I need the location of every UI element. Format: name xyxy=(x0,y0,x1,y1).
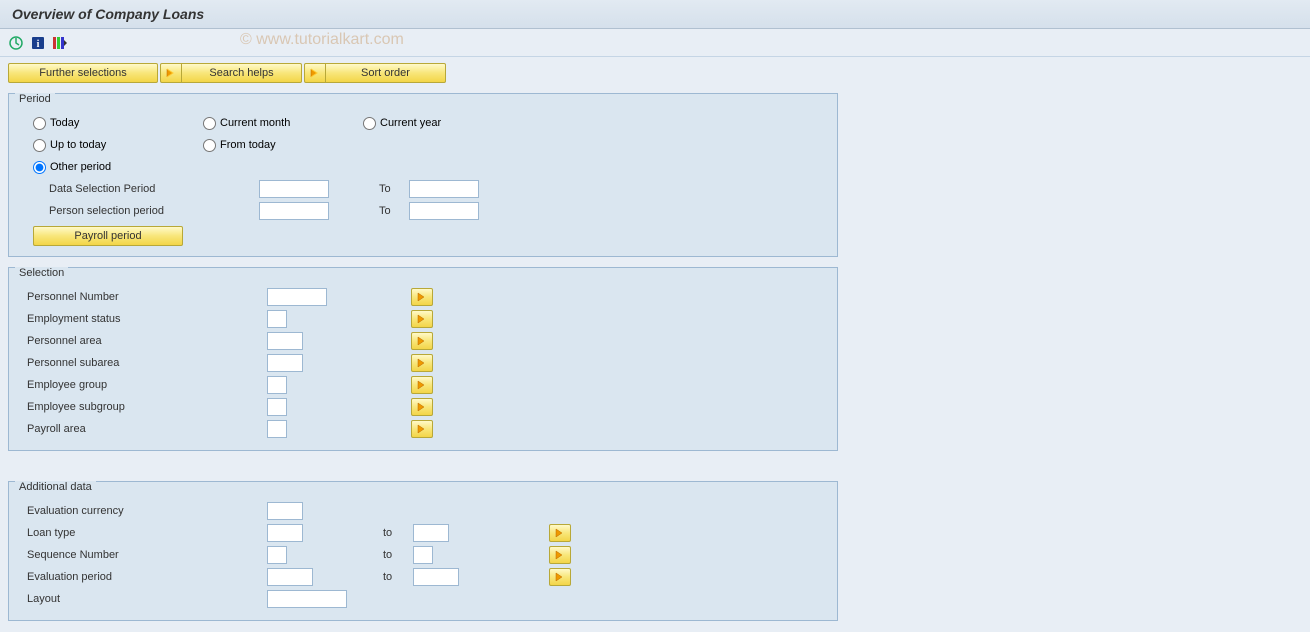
personnel-subarea-label: Personnel subarea xyxy=(27,357,267,369)
employee-subgroup-multi-button[interactable] xyxy=(411,398,433,416)
employee-subgroup-label: Employee subgroup xyxy=(27,401,267,413)
sort-order-button[interactable]: Sort order xyxy=(304,63,446,83)
data-selection-period-from-input[interactable] xyxy=(259,180,329,198)
payroll-area-input[interactable] xyxy=(267,420,287,438)
personnel-subarea-multi-button[interactable] xyxy=(411,354,433,372)
radio-current-month-label: Current month xyxy=(220,117,290,129)
personnel-area-label: Personnel area xyxy=(27,335,267,347)
personnel-subarea-input[interactable] xyxy=(267,354,303,372)
person-selection-period-from-input[interactable] xyxy=(259,202,329,220)
evaluation-period-from-input[interactable] xyxy=(267,568,313,586)
svg-text:i: i xyxy=(37,39,40,50)
layout-label: Layout xyxy=(27,593,267,605)
radio-from-today-label: From today xyxy=(220,139,276,151)
employee-group-multi-button[interactable] xyxy=(411,376,433,394)
radio-other-period[interactable]: Other period xyxy=(33,161,203,174)
period-group: Period Today Current month Current year … xyxy=(8,93,838,257)
payroll-area-multi-button[interactable] xyxy=(411,420,433,438)
selection-buttons-row: Further selections Search helps Sort ord… xyxy=(0,57,1310,89)
data-source-icon[interactable] xyxy=(52,35,68,51)
personnel-number-multi-button[interactable] xyxy=(411,288,433,306)
radio-today-label: Today xyxy=(50,117,79,129)
arrow-right-icon xyxy=(160,63,182,83)
radio-other-period-label: Other period xyxy=(50,161,111,173)
arrow-right-icon xyxy=(304,63,326,83)
period-legend: Period xyxy=(15,93,55,105)
search-helps-button[interactable]: Search helps xyxy=(160,63,302,83)
to-label: To xyxy=(379,183,409,195)
watermark: © www.tutorialkart.com xyxy=(240,31,404,49)
personnel-number-input[interactable] xyxy=(267,288,327,306)
sequence-number-to-input[interactable] xyxy=(413,546,433,564)
further-selections-button[interactable]: Further selections xyxy=(8,63,158,83)
radio-current-month[interactable]: Current month xyxy=(203,117,363,130)
payroll-period-button[interactable]: Payroll period xyxy=(33,226,183,246)
person-selection-period-to-input[interactable] xyxy=(409,202,479,220)
sequence-number-from-input[interactable] xyxy=(267,546,287,564)
evaluation-period-multi-button[interactable] xyxy=(549,568,571,586)
search-helps-label: Search helps xyxy=(182,63,302,83)
to-label: to xyxy=(383,571,413,583)
additional-legend: Additional data xyxy=(15,481,96,493)
employee-group-label: Employee group xyxy=(27,379,267,391)
evaluation-period-label: Evaluation period xyxy=(27,571,267,583)
to-label: To xyxy=(379,205,409,217)
personnel-number-label: Personnel Number xyxy=(27,291,267,303)
sequence-number-multi-button[interactable] xyxy=(549,546,571,564)
info-icon[interactable]: i xyxy=(30,35,46,51)
employee-group-input[interactable] xyxy=(267,376,287,394)
radio-up-to-today[interactable]: Up to today xyxy=(33,139,203,152)
personnel-area-input[interactable] xyxy=(267,332,303,350)
employment-status-multi-button[interactable] xyxy=(411,310,433,328)
employment-status-label: Employment status xyxy=(27,313,267,325)
radio-from-today[interactable]: From today xyxy=(203,139,363,152)
additional-data-group: Additional data Evaluation currency Loan… xyxy=(8,481,838,621)
evaluation-period-to-input[interactable] xyxy=(413,568,459,586)
data-selection-period-label: Data Selection Period xyxy=(49,183,259,195)
sort-order-label: Sort order xyxy=(326,63,446,83)
to-label: to xyxy=(383,549,413,561)
evaluation-currency-label: Evaluation currency xyxy=(27,505,267,517)
loan-type-label: Loan type xyxy=(27,527,267,539)
loan-type-from-input[interactable] xyxy=(267,524,303,542)
selection-legend: Selection xyxy=(15,267,68,279)
payroll-area-label: Payroll area xyxy=(27,423,267,435)
person-selection-period-label: Person selection period xyxy=(49,205,259,217)
title-bar: Overview of Company Loans xyxy=(0,0,1310,29)
loan-type-multi-button[interactable] xyxy=(549,524,571,542)
radio-current-year[interactable]: Current year xyxy=(363,117,523,130)
radio-up-to-today-label: Up to today xyxy=(50,139,106,151)
selection-group: Selection Personnel Number Employment st… xyxy=(8,267,838,451)
to-label: to xyxy=(383,527,413,539)
employment-status-input[interactable] xyxy=(267,310,287,328)
employee-subgroup-input[interactable] xyxy=(267,398,287,416)
evaluation-currency-input[interactable] xyxy=(267,502,303,520)
data-selection-period-to-input[interactable] xyxy=(409,180,479,198)
toolbar: i © www.tutorialkart.com xyxy=(0,29,1310,57)
radio-today[interactable]: Today xyxy=(33,117,203,130)
sequence-number-label: Sequence Number xyxy=(27,549,267,561)
loan-type-to-input[interactable] xyxy=(413,524,449,542)
personnel-area-multi-button[interactable] xyxy=(411,332,433,350)
layout-input[interactable] xyxy=(267,590,347,608)
execute-icon[interactable] xyxy=(8,35,24,51)
page-title: Overview of Company Loans xyxy=(12,6,204,22)
radio-current-year-label: Current year xyxy=(380,117,441,129)
